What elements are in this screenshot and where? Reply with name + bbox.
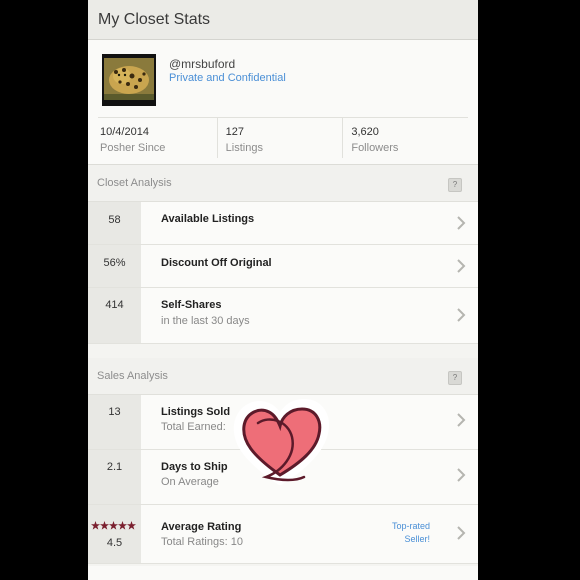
section-title: Sales Analysis: [97, 370, 168, 382]
row-label: Discount Off Original: [161, 257, 272, 269]
section-spacer: [88, 344, 478, 358]
privacy-note: Private and Confidential: [169, 72, 286, 84]
title-bar: My Closet Stats: [88, 0, 478, 40]
average-rating-row[interactable]: 4.5 Average Rating Total Ratings: 10 Top…: [88, 505, 478, 564]
stat-posher-since: 10/4/2014 Posher Since: [98, 118, 217, 158]
rating-cell: 4.5: [88, 505, 141, 563]
chevron-right-icon: [457, 216, 466, 230]
row-sublabel: Total Ratings: 10: [161, 536, 243, 548]
stat-label: Followers: [351, 142, 399, 154]
profile-stats: 10/4/2014 Posher Since 127 Listings 3,62…: [98, 117, 468, 158]
page-title: My Closet Stats: [98, 10, 211, 28]
row-value: 56%: [88, 245, 141, 287]
stat-label: Posher Since: [100, 142, 166, 154]
stat-followers[interactable]: 3,620 Followers: [342, 118, 468, 158]
top-rated-badge[interactable]: Top-rated Seller!: [392, 520, 430, 546]
stat-value: 10/4/2014: [100, 126, 149, 138]
leopard-photo: [102, 54, 156, 106]
stat-value: 127: [225, 126, 245, 138]
chevron-right-icon: [457, 308, 466, 322]
stat-label: Listings: [225, 142, 263, 154]
row-value: 13: [88, 395, 141, 449]
row-value: 4.5: [106, 537, 123, 549]
chevron-right-icon: [457, 259, 466, 273]
badge-line: Seller!: [404, 534, 430, 544]
row-label: Average Rating: [161, 521, 242, 533]
closet-analysis-header: Closet Analysis ?: [88, 165, 478, 202]
row-sublabel: in the last 30 days: [161, 315, 250, 327]
row-label: Available Listings: [161, 213, 255, 225]
row-label: Self-Shares: [161, 299, 222, 311]
stat-listings[interactable]: 127 Listings: [216, 118, 343, 158]
stat-value: 3,620: [351, 126, 379, 138]
row-label: Listings Sold: [161, 406, 231, 418]
row-sublabel: On Average: [161, 476, 219, 488]
closet-stats-panel: My Closet Stats @mrsbuford Private and C…: [88, 0, 478, 580]
star-rating-icon: [91, 521, 136, 530]
username: @mrsbuford: [169, 57, 236, 71]
chevron-right-icon: [457, 468, 466, 482]
badge-line: Top-rated: [391, 521, 430, 531]
row-value: 2.1: [88, 450, 141, 504]
heart-sticker-icon: [233, 399, 329, 485]
avatar[interactable]: [102, 54, 156, 106]
discount-row[interactable]: 56% Discount Off Original: [88, 245, 478, 288]
chevron-right-icon: [457, 413, 466, 427]
row-label: Days to Ship: [161, 461, 228, 473]
row-value: 414: [88, 288, 141, 343]
section-title: Closet Analysis: [97, 177, 172, 189]
help-icon[interactable]: ?: [448, 178, 462, 192]
self-shares-row[interactable]: 414 Self-Shares in the last 30 days: [88, 288, 478, 344]
profile-card: @mrsbuford Private and Confidential 10/4…: [88, 40, 478, 165]
help-icon[interactable]: ?: [448, 371, 462, 385]
bottom-strip: [88, 566, 478, 580]
row-sublabel: Total Earned:: [161, 421, 226, 433]
chevron-right-icon: [457, 526, 466, 540]
available-listings-row[interactable]: 58 Available Listings: [88, 202, 478, 245]
sales-analysis-header: Sales Analysis ?: [88, 358, 478, 395]
row-value: 58: [88, 202, 141, 244]
